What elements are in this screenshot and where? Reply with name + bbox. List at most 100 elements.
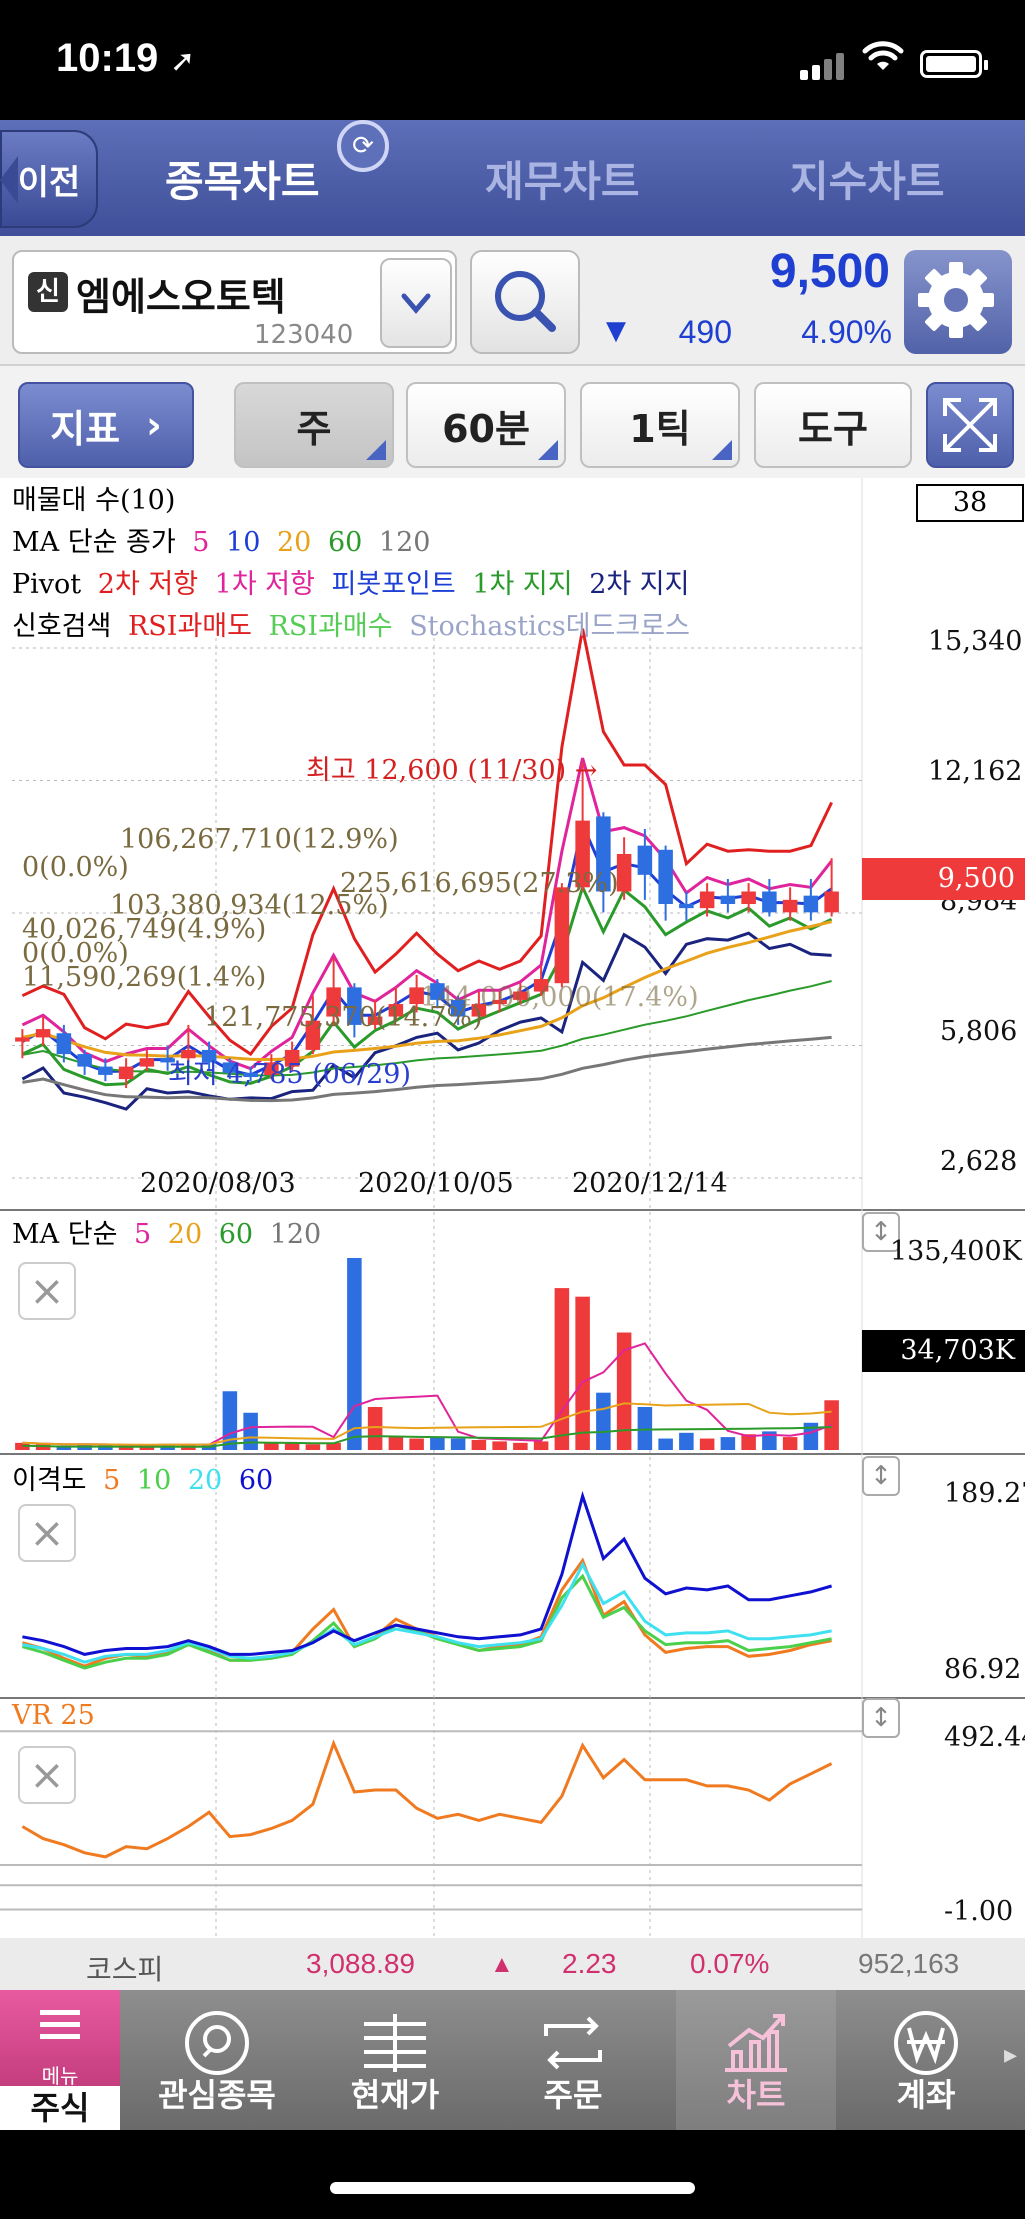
- volume-bar: [699, 1438, 715, 1450]
- volume-legend: MA 단순 5 20 60 120: [12, 1212, 329, 1251]
- candle-body: [658, 849, 673, 904]
- up-triangle-icon: ▲: [490, 1951, 514, 1978]
- y-tick: 15,340: [928, 626, 1023, 657]
- legend-volume-profile: 매물대 수(10): [12, 478, 183, 517]
- minute-label: 60분: [442, 406, 530, 451]
- volume-bar: [658, 1438, 673, 1450]
- vr-legend: VR 25: [12, 1700, 103, 1731]
- disparity-legend-20: 20: [187, 1465, 223, 1496]
- volume-bar: [720, 1437, 736, 1450]
- candle-body: [720, 895, 736, 904]
- wifi-icon: [862, 41, 904, 70]
- volume-bar: [596, 1392, 611, 1450]
- legend-pivot-s2: 2차 지지: [589, 569, 690, 600]
- tab-financial-chart[interactable]: 재무차트: [485, 120, 640, 236]
- y-tick: 2,628: [940, 1146, 1018, 1177]
- tool-button[interactable]: 도구: [754, 382, 912, 468]
- home-indicator[interactable]: [330, 2182, 695, 2194]
- candle-body: [741, 891, 756, 904]
- period-week-button[interactable]: 주: [234, 382, 394, 468]
- tick-button[interactable]: 1틱: [580, 382, 740, 468]
- nav-menu[interactable]: 메뉴 주식: [0, 1990, 120, 2130]
- current-volume-tag: 34,703K: [862, 1330, 1025, 1372]
- candle-body: [637, 845, 653, 875]
- resize-handle-icon[interactable]: ↕: [862, 1456, 900, 1496]
- volume-bar: [264, 1442, 279, 1450]
- fullscreen-button[interactable]: [926, 382, 1014, 468]
- tab-stock-chart[interactable]: 종목차트: [165, 120, 320, 236]
- volume-bar: [679, 1432, 694, 1450]
- indicator-button[interactable]: 지표 ›: [18, 382, 194, 468]
- chart-area[interactable]: 38 매물대 수(10) MA 단순 종가 5 10 20 60 120 Piv…: [0, 478, 1025, 1938]
- period-label: 주: [296, 406, 332, 451]
- search-button[interactable]: [470, 250, 580, 354]
- status-time: 10:19: [56, 36, 159, 80]
- resize-handle-icon[interactable]: ↕: [862, 1698, 900, 1738]
- watchlist-icon: [185, 2011, 249, 2075]
- high-price-annotation: 최고 12,600 (11/30) →: [306, 755, 598, 786]
- disparity-line-5: [21, 1557, 832, 1668]
- nav-watchlist[interactable]: 관심종목: [128, 1990, 306, 2130]
- nav-chart[interactable]: 차트: [676, 1990, 836, 2130]
- volume-legend-ma-120: 120: [269, 1219, 322, 1250]
- volume-bar: [367, 1407, 383, 1450]
- legend-signal-label: 신호검색: [12, 611, 112, 642]
- legend-ma-60: 60: [327, 527, 363, 558]
- current-price-tag: 9,500: [862, 858, 1025, 900]
- nav-current-price[interactable]: 현재가: [306, 1990, 484, 2130]
- volume-legend-ma-20: 20: [167, 1219, 203, 1250]
- close-disparity-panel-button[interactable]: ×: [18, 1504, 76, 1562]
- disparity-legend-60: 60: [238, 1465, 274, 1496]
- market-index-bar[interactable]: 코스피 3,088.89 ▲ 2.23 0.07% 952,163: [0, 1938, 1025, 1990]
- legend-pivot-point: 피봇포인트: [331, 569, 456, 600]
- close-vr-panel-button[interactable]: ×: [18, 1746, 76, 1804]
- candle-body: [762, 891, 777, 913]
- new-badge: 신: [28, 272, 68, 312]
- candle-body: [616, 853, 632, 892]
- legend-pivot: Pivot 2차 저항 1차 저항 피봇포인트 1차 지지 2차 지지: [12, 562, 697, 601]
- refresh-icon[interactable]: ⟳: [337, 120, 389, 172]
- vr-line: [21, 1739, 833, 1859]
- nav-order[interactable]: 주문: [484, 1990, 662, 2130]
- x-tick: 2020/10/05: [358, 1168, 514, 1199]
- battery-icon: [920, 50, 988, 78]
- legend-ma-10: 10: [226, 527, 261, 558]
- volume-bar: [347, 1258, 362, 1450]
- status-bar: 10:19 ➚: [0, 0, 1025, 120]
- current-price: 9,500: [769, 245, 890, 298]
- legend-ma: MA 단순 종가 5 10 20 60 120: [12, 520, 438, 559]
- search-icon: [495, 271, 556, 332]
- legend-signal-rsi-oversold: RSI과매도: [127, 611, 252, 642]
- chart-icon: [725, 2014, 787, 2072]
- low-price-annotation: 최저 4,785 (06/29): [168, 1059, 412, 1090]
- volume-bar: [513, 1442, 528, 1450]
- close-volume-panel-button[interactable]: ×: [18, 1262, 76, 1320]
- home-indicator-area: [0, 2130, 1025, 2219]
- legend-ma-5: 5: [192, 527, 210, 558]
- candle-body: [118, 1066, 134, 1080]
- volume-bar: [533, 1441, 549, 1450]
- indicator-label: 지표: [50, 406, 121, 451]
- gear-icon: [918, 262, 994, 338]
- current-price-icon: [364, 2014, 426, 2072]
- settings-button[interactable]: [904, 250, 1012, 354]
- nav-current-price-label: 현재가: [350, 2076, 440, 2114]
- legend-ma-label: MA 단순 종가: [12, 527, 176, 558]
- disparity-max-label: 189.27: [944, 1478, 1025, 1509]
- volume-profile-label: 0(0.0%): [22, 852, 129, 883]
- tab-index-chart[interactable]: 지수차트: [790, 120, 945, 236]
- market-index-change: 2.23: [562, 1948, 617, 1979]
- back-button[interactable]: 이전: [0, 130, 98, 228]
- volume-bar: [554, 1288, 570, 1450]
- volume-bar: [305, 1444, 321, 1450]
- nav-account[interactable]: 계좌: [846, 1990, 1006, 2130]
- legend-pivot-r1: 1차 저항: [214, 569, 315, 600]
- stock-dropdown-button[interactable]: [380, 258, 452, 348]
- more-arrow-icon[interactable]: ▸: [1004, 2040, 1017, 2070]
- minute-button[interactable]: 60분: [406, 382, 566, 468]
- bottom-navigation: 메뉴 주식 관심종목 현재가 주문 차트 계좌 ▸: [0, 1990, 1025, 2130]
- price-change: 490: [678, 314, 732, 350]
- order-icon: [544, 2016, 602, 2070]
- candle-body: [35, 1029, 51, 1038]
- candle-body: [699, 891, 715, 909]
